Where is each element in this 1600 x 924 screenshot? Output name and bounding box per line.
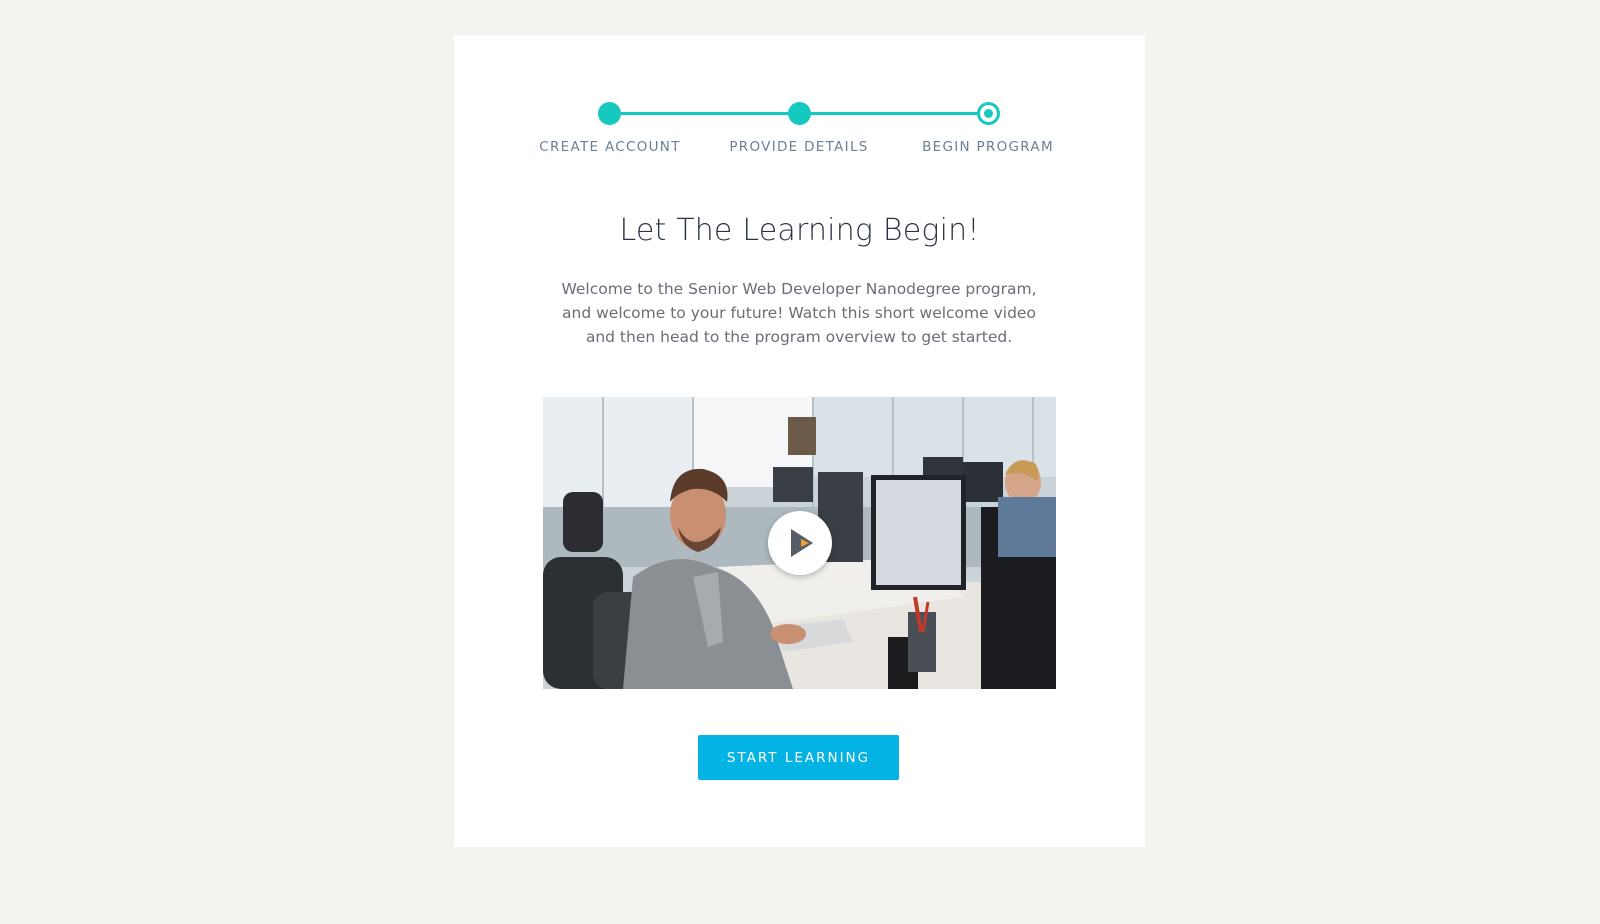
step-provide-details-dot <box>788 102 811 125</box>
welcome-video[interactable] <box>543 397 1056 689</box>
step-provide-details-label: PROVIDE DETAILS <box>729 139 869 155</box>
step-begin-program-dot <box>977 102 1000 125</box>
start-learning-button[interactable]: START LEARNING <box>698 735 899 780</box>
progress-stepper: CREATE ACCOUNT PROVIDE DETAILS BEGIN PRO… <box>454 35 1145 205</box>
play-icon <box>791 529 813 557</box>
step-create-account-label: CREATE ACCOUNT <box>539 139 681 155</box>
step-begin-program-label: BEGIN PROGRAM <box>922 139 1054 155</box>
page-title: Let The Learning Begin! <box>619 213 980 248</box>
stepper-connector <box>609 112 799 115</box>
onboarding-card: CREATE ACCOUNT PROVIDE DETAILS BEGIN PRO… <box>454 35 1145 847</box>
stepper-connector <box>799 112 989 115</box>
welcome-text: Welcome to the Senior Web Developer Nano… <box>561 280 1037 346</box>
play-button[interactable] <box>768 511 832 575</box>
step-create-account-dot <box>598 102 621 125</box>
